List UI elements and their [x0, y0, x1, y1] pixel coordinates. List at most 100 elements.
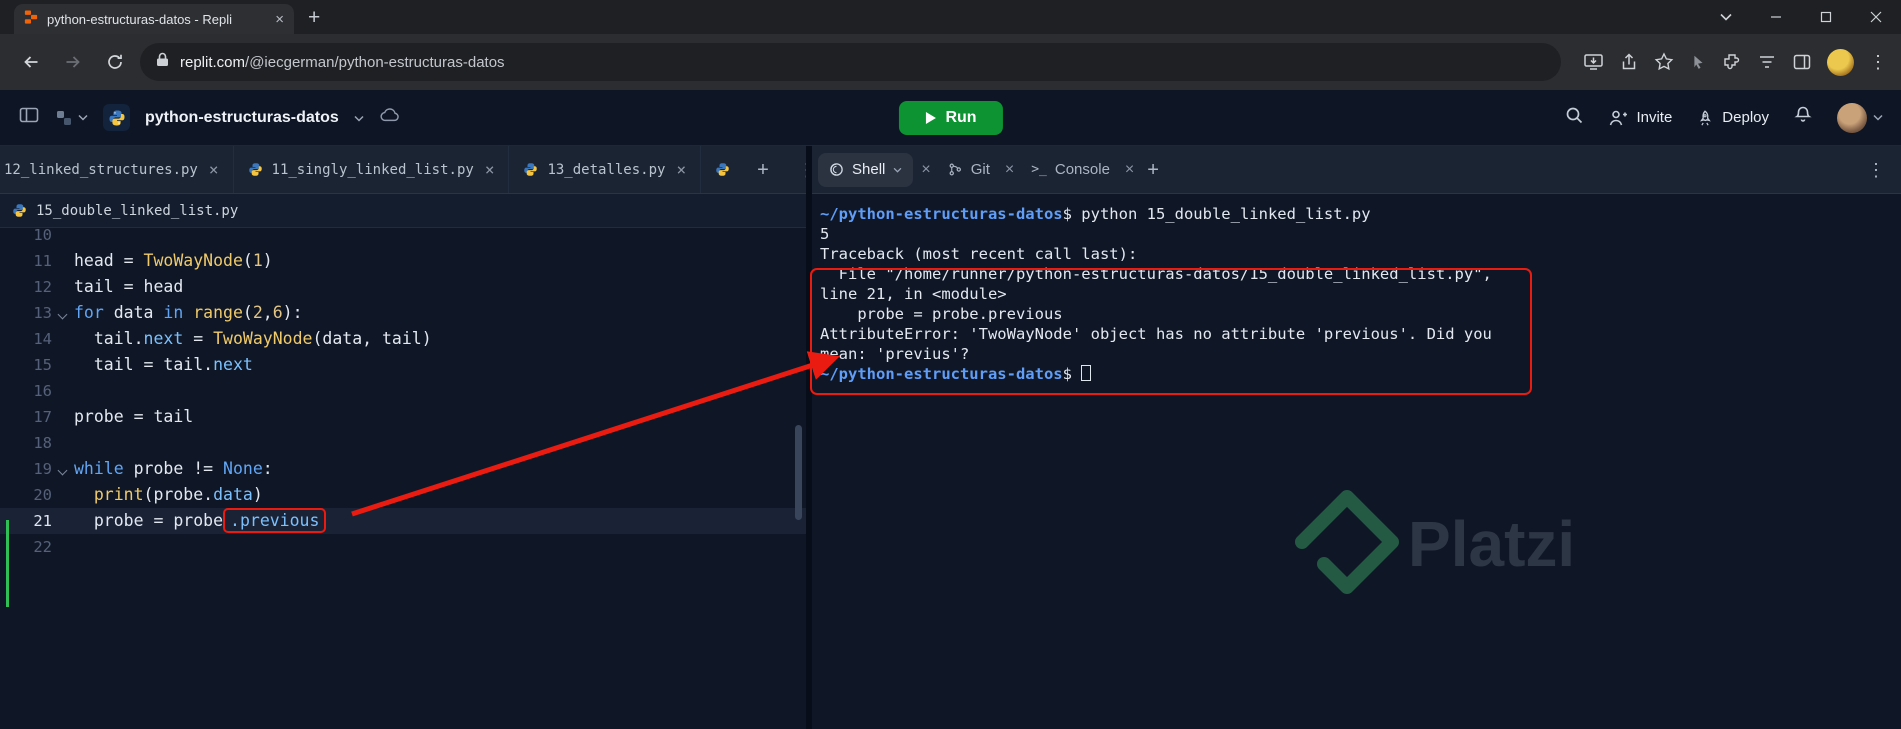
token: probe = tail — [74, 407, 194, 426]
editor-tab-11-singly-linked-list[interactable]: 11_singly_linked_list.py × — [234, 146, 510, 193]
browser-tab[interactable]: python-estructuras-datos - Repli × — [14, 4, 294, 34]
editor-tab-13-detalles[interactable]: 13_detalles.py × — [509, 146, 702, 193]
tab-close-icon[interactable]: × — [1125, 161, 1134, 178]
shell-output[interactable]: ~/python-estructuras-datos $ python 15_do… — [812, 194, 1901, 729]
tab-close-icon[interactable]: × — [485, 161, 495, 178]
gutter-spacer — [52, 482, 74, 508]
fold-chevron-icon[interactable] — [52, 300, 74, 326]
replit-favicon-icon — [24, 9, 38, 29]
gutter-spacer — [52, 534, 74, 560]
window-minimize-button[interactable] — [1751, 0, 1801, 34]
token: .previous — [230, 511, 320, 530]
tab-close-icon[interactable]: × — [676, 161, 686, 178]
search-icon[interactable] — [1564, 105, 1584, 130]
reading-list-icon[interactable] — [1757, 52, 1777, 72]
token: for — [74, 303, 104, 322]
active-file-tab[interactable]: 15_double_linked_list.py — [0, 194, 806, 228]
tab-git[interactable]: Git — [937, 153, 1001, 187]
new-file-tab-button[interactable]: + — [744, 160, 782, 180]
reload-button[interactable] — [98, 45, 132, 79]
code-line[interactable]: 20 print(probe.data) — [0, 482, 806, 508]
code-line[interactable]: 10 — [0, 228, 806, 248]
error-token-box: .previous — [223, 508, 327, 533]
account-menu[interactable] — [1837, 102, 1883, 133]
browser-menu-kebab-icon[interactable]: ⋮ — [1869, 53, 1887, 71]
tab-close-icon[interactable]: × — [209, 161, 219, 178]
code-line[interactable]: 22 — [0, 534, 806, 560]
code-line[interactable]: 11 head = TwoWayNode(1) — [0, 248, 806, 274]
tab-search-chevron-icon[interactable] — [1701, 0, 1751, 34]
editor-tab-12-linked-structures[interactable]: 12_linked_structures.py × — [0, 146, 234, 193]
bookmark-star-icon[interactable] — [1654, 52, 1674, 72]
token: head = — [74, 251, 144, 270]
repl-switcher-icon[interactable] — [55, 109, 88, 127]
sidebar-toggle-icon[interactable] — [18, 104, 40, 131]
code-line[interactable]: 12 tail = head — [0, 274, 806, 300]
shell-icon — [830, 163, 843, 176]
extension-cursor-icon[interactable] — [1689, 53, 1707, 71]
code-line[interactable]: 19 while probe != None: — [0, 456, 806, 482]
editor-tab-icon-only[interactable] — [701, 146, 744, 193]
extensions-puzzle-icon[interactable] — [1722, 52, 1742, 72]
project-title[interactable]: python-estructuras-datos — [145, 109, 339, 127]
token: (probe — [143, 485, 204, 504]
deploy-button[interactable]: Deploy — [1696, 109, 1769, 127]
tab-close-icon[interactable]: × — [921, 161, 930, 178]
line-number: 10 — [33, 228, 52, 244]
shell-line: Traceback (most recent call last): — [820, 244, 1901, 264]
back-button[interactable] — [14, 45, 48, 79]
tab-console[interactable]: >_ Console — [1020, 153, 1121, 187]
shell-menu-kebab-icon[interactable]: ⋮ — [1851, 161, 1901, 179]
code-text: tail = tail.next — [74, 352, 806, 378]
code-line[interactable]: 16 — [0, 378, 806, 404]
token: line 21, in <module> — [820, 285, 1007, 303]
token: ~/python-estructuras-datos — [820, 365, 1063, 383]
new-shell-tab-button[interactable]: + — [1134, 160, 1172, 180]
new-tab-button[interactable]: + — [308, 7, 320, 28]
browser-window: python-estructuras-datos - Repli × + rep… — [0, 0, 1901, 729]
shell-tab-chevron-icon — [893, 167, 902, 173]
code-text: print(probe.data) — [74, 482, 806, 508]
code-line[interactable]: 14 tail.next = TwoWayNode(data, tail) — [0, 326, 806, 352]
notifications-bell-icon[interactable] — [1793, 105, 1813, 130]
shell-lines: ~/python-estructuras-datos $ python 15_do… — [820, 204, 1901, 384]
editor-scrollbar-thumb[interactable] — [795, 425, 802, 520]
line-number: 16 — [33, 382, 52, 400]
share-icon[interactable] — [1619, 52, 1639, 72]
invite-button[interactable]: Invite — [1608, 109, 1672, 127]
fold-chevron-icon[interactable] — [52, 456, 74, 482]
tab-close-icon[interactable]: × — [275, 12, 284, 27]
token: = — [183, 329, 214, 348]
install-app-icon[interactable] — [1583, 52, 1604, 72]
code-line[interactable]: 18 — [0, 430, 806, 456]
token: tail = head — [74, 277, 184, 296]
side-panel-icon[interactable] — [1792, 52, 1812, 72]
python-file-icon — [524, 163, 538, 176]
code-line[interactable]: 17 probe = tail — [0, 404, 806, 430]
window-maximize-button[interactable] — [1801, 0, 1851, 34]
editor-tab-label: 13_detalles.py — [547, 161, 666, 178]
token: next — [143, 329, 184, 348]
gutter-spacer — [52, 508, 74, 534]
tab-shell[interactable]: Shell — [818, 152, 914, 187]
address-bar[interactable]: replit.com/@iecgerman/python-estructuras… — [140, 43, 1561, 81]
run-button[interactable]: Run — [898, 100, 1003, 135]
editor-tab-bar: 12_linked_structures.py × 11_singly_link… — [0, 146, 816, 194]
project-chevron-icon[interactable] — [354, 109, 364, 127]
toolbar-icons: ⋮ — [1583, 48, 1887, 76]
browser-profile-avatar[interactable] — [1827, 48, 1854, 76]
forward-button[interactable] — [56, 45, 90, 79]
gutter-spacer — [52, 274, 74, 300]
code-editor[interactable]: 10 11 head = TwoWayNode(1) 12 tail = head 13 f… — [0, 228, 806, 729]
code-line[interactable]: 15 tail = tail.next — [0, 352, 806, 378]
code-line[interactable]: 13 for data in range(2,6): — [0, 300, 806, 326]
tab-close-icon[interactable]: × — [1005, 161, 1014, 178]
window-close-button[interactable] — [1851, 0, 1901, 34]
code-line[interactable]: 21 probe = probe .previous — [0, 508, 806, 534]
python-file-icon — [13, 204, 26, 217]
token: ): — [282, 303, 303, 322]
token: . — [133, 329, 144, 348]
token: tail = tail — [74, 355, 204, 374]
token: $ python 15_double_linked_list.py — [1062, 205, 1371, 223]
